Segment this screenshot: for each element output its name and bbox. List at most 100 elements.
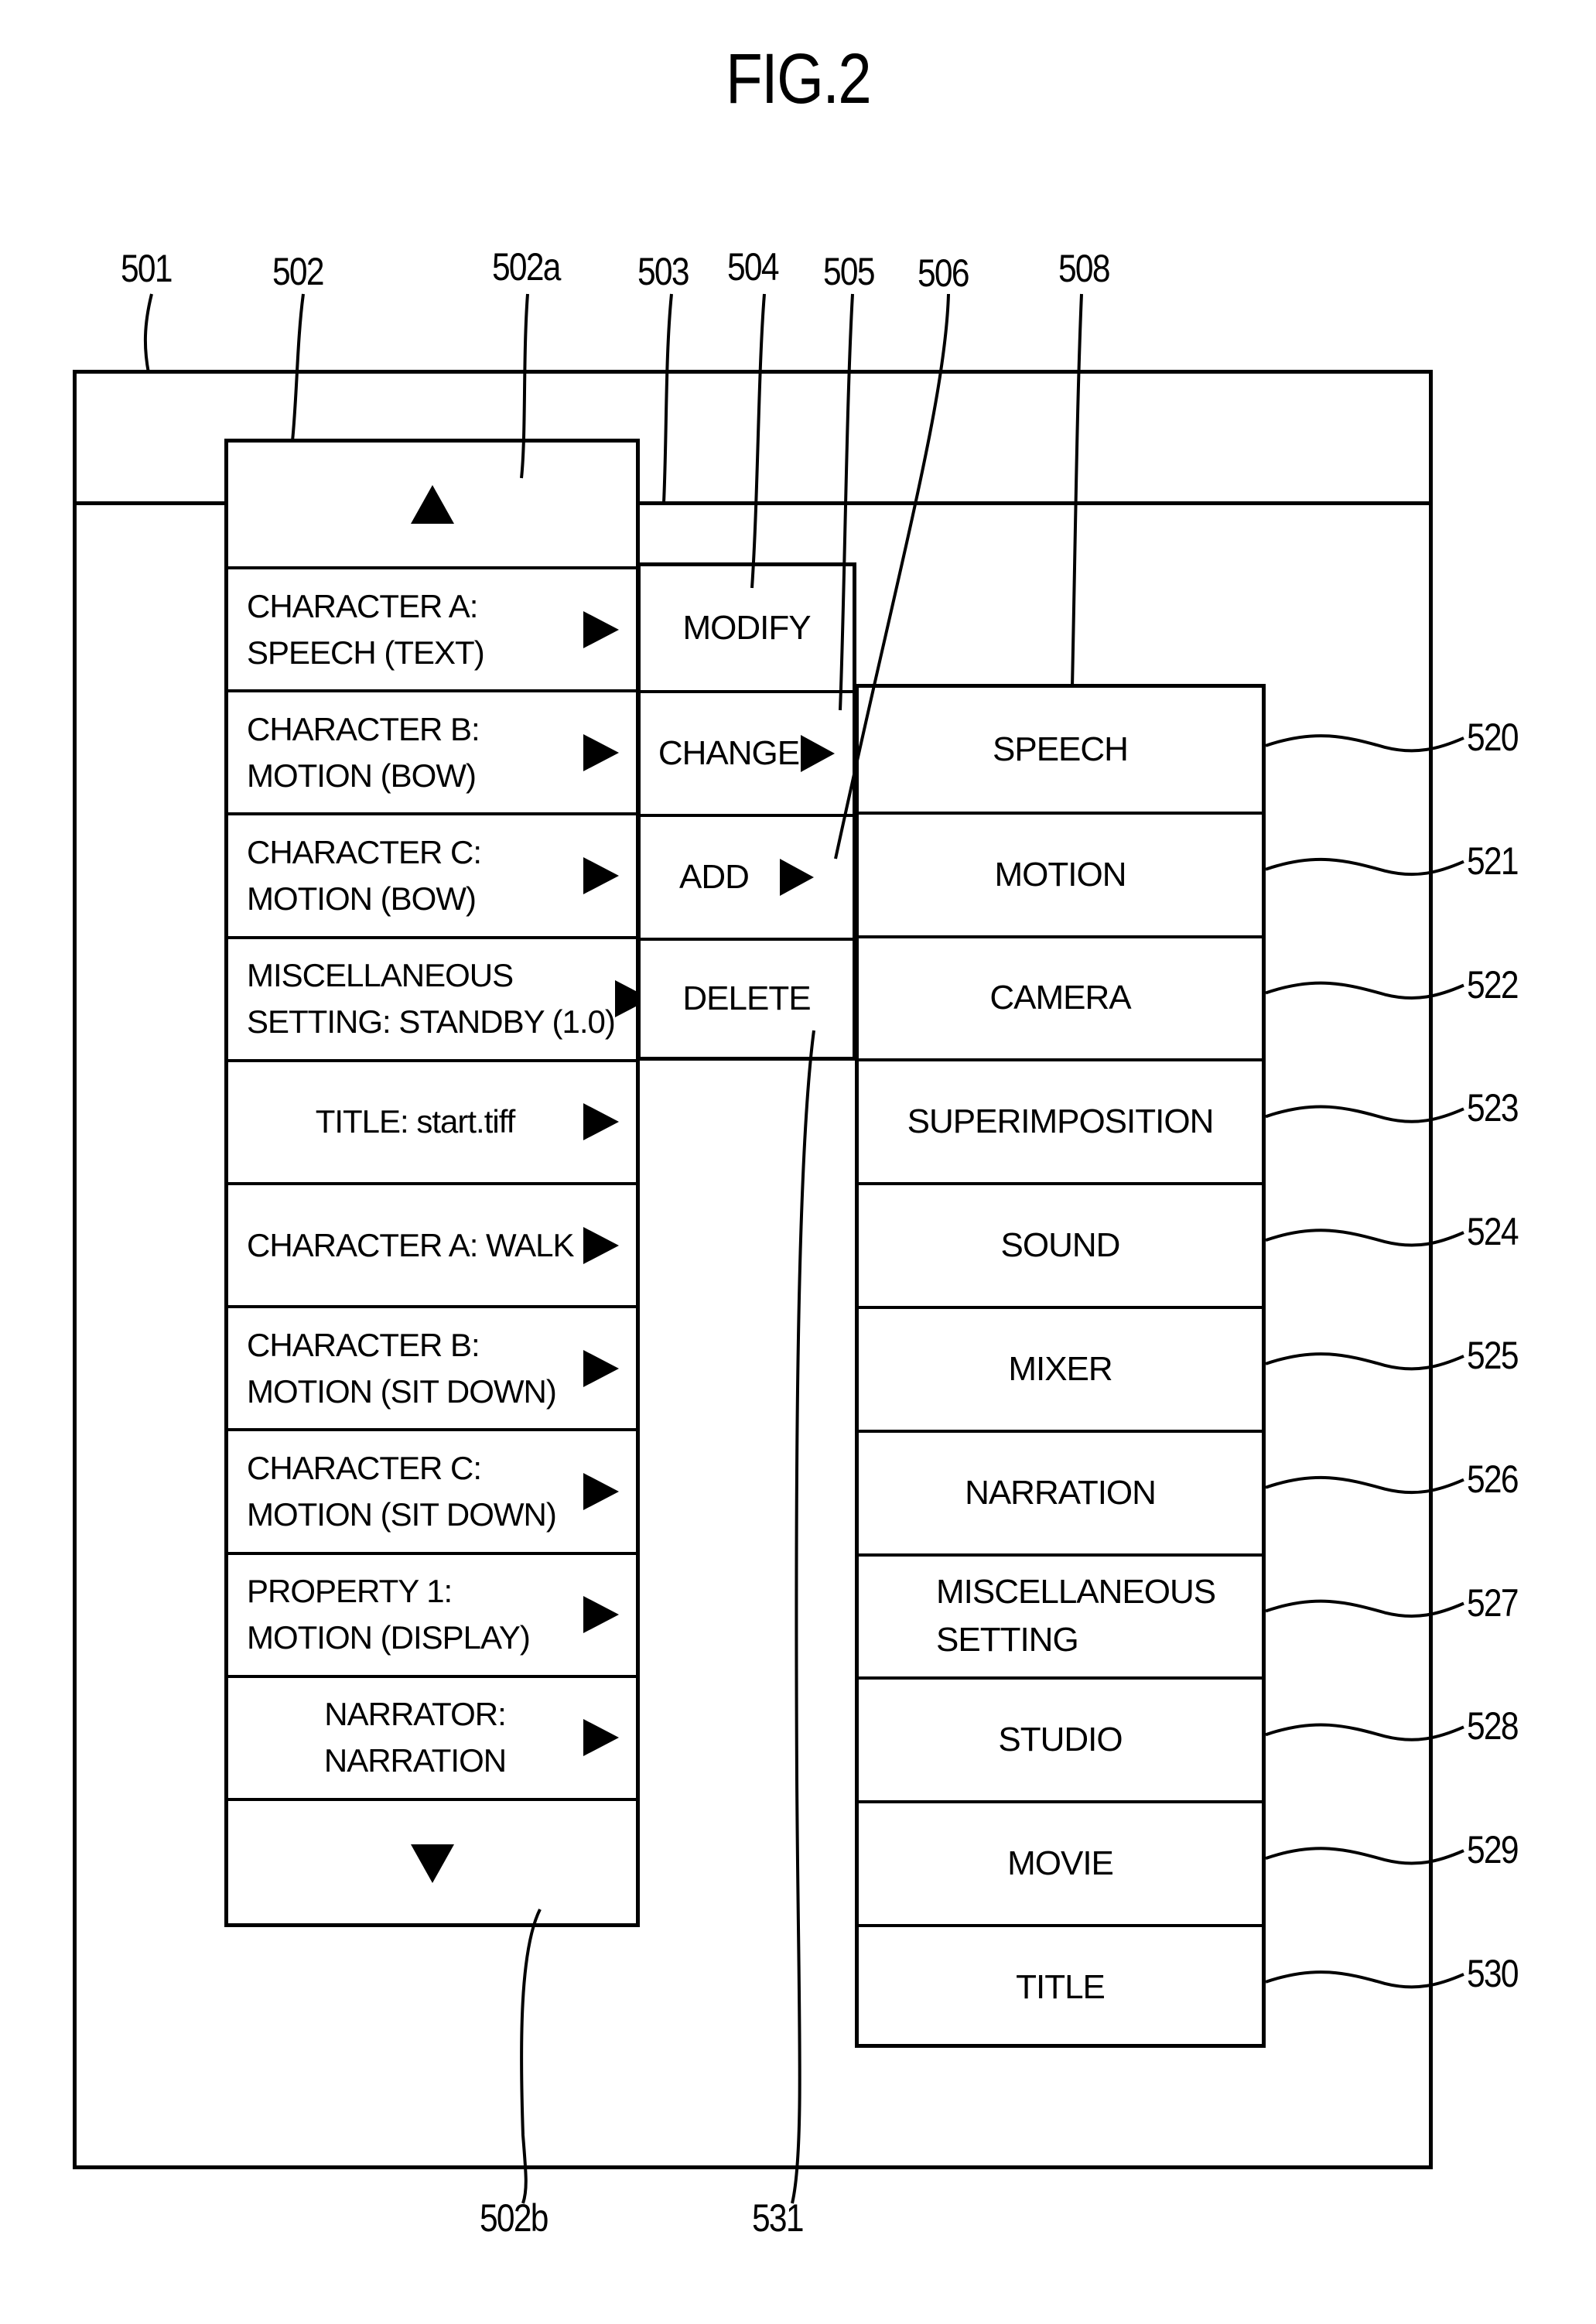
- submenu-item-line2: SETTING: [936, 1621, 1079, 1659]
- submenu-item-label: TITLE: [1016, 1963, 1106, 2011]
- list-row[interactable]: CHARACTER A: WALK: [228, 1182, 636, 1305]
- submenu-item[interactable]: MIXER: [859, 1306, 1262, 1430]
- ref-delete: 531: [752, 2196, 805, 2240]
- expand-arrow-icon[interactable]: [583, 1349, 619, 1387]
- submenu-item-label: NARRATION: [965, 1469, 1157, 1517]
- submenu-item-line1: CAMERA: [989, 979, 1131, 1017]
- submenu-item-line1: TITLE: [1016, 1967, 1106, 2006]
- list-row[interactable]: NARRATOR: NARRATION: [228, 1674, 636, 1798]
- list-row-label: CHARACTER B: MOTION (SIT DOWN): [228, 1322, 583, 1415]
- ref-submenu-item: 521: [1467, 839, 1519, 883]
- list-row-line2: SPEECH (TEXT): [247, 634, 485, 671]
- list-row-line1: CHARACTER A: WALK: [247, 1226, 575, 1263]
- submenu-item[interactable]: MOVIE: [859, 1800, 1262, 1924]
- submenu-item-line1: MIXER: [1008, 1349, 1112, 1388]
- ref-submenu-item: 528: [1467, 1704, 1519, 1748]
- scroll-up-button[interactable]: [228, 443, 636, 566]
- list-row[interactable]: CHARACTER B: MOTION (SIT DOWN): [228, 1305, 636, 1428]
- menu-item-label: ADD: [679, 858, 750, 896]
- list-row-label: MISCELLANEOUS SETTING: STANDBY (1.0): [228, 952, 616, 1045]
- submenu-item-label: CAMERA: [989, 974, 1131, 1022]
- expand-arrow-icon[interactable]: [583, 733, 619, 771]
- list-row[interactable]: CHARACTER A: SPEECH (TEXT): [228, 566, 636, 689]
- ref-list: 502: [272, 250, 325, 293]
- list-row-line2: MOTION (BOW): [247, 880, 477, 917]
- list-row-line2: MOTION (SIT DOWN): [247, 1372, 557, 1410]
- list-row-label: CHARACTER C: MOTION (BOW): [228, 829, 583, 922]
- expand-arrow-icon[interactable]: [583, 1719, 619, 1757]
- ref-submenu: 508: [1058, 247, 1111, 290]
- expand-arrow-icon[interactable]: [583, 1472, 619, 1510]
- submenu-item[interactable]: STUDIO: [859, 1676, 1262, 1800]
- submenu-item-line1: NARRATION: [965, 1473, 1157, 1512]
- submenu-item-line1: MISCELLANEOUS: [936, 1573, 1216, 1611]
- ref-submenu-item: 525: [1467, 1333, 1519, 1377]
- menu-item-modify[interactable]: MODIFY: [641, 566, 853, 690]
- submenu-item[interactable]: SOUND: [859, 1182, 1262, 1306]
- list-row-label: CHARACTER A: WALK: [228, 1222, 583, 1269]
- scroll-down-button[interactable]: [228, 1798, 636, 1926]
- list-row-line2: MOTION (SIT DOWN): [247, 1495, 557, 1533]
- list-row-line1: MISCELLANEOUS: [247, 957, 514, 994]
- submenu-item[interactable]: NARRATION: [859, 1429, 1262, 1553]
- add-submenu: SPEECH MOTION CAMERA SUPERIMPOSITION SOUND MI…: [855, 684, 1266, 2048]
- submenu-item-label: MOTION: [995, 851, 1127, 899]
- menu-item-label: DELETE: [682, 979, 811, 1017]
- expand-arrow-icon[interactable]: [583, 856, 619, 894]
- submenu-item-label: MISCELLANEOUS SETTING: [936, 1568, 1216, 1664]
- leader-501: [143, 293, 153, 374]
- submenu-item-label: MIXER: [1008, 1345, 1112, 1393]
- scene-list: CHARACTER A: SPEECH (TEXT) CHARACTER B: MOT…: [224, 439, 651, 1927]
- submenu-item[interactable]: SUPERIMPOSITION: [859, 1058, 1262, 1182]
- expand-arrow-icon[interactable]: [583, 610, 619, 648]
- menu-item-add[interactable]: ADD: [641, 814, 853, 938]
- ref-submenu-item: 530: [1467, 1951, 1519, 1995]
- menu-item-label: MODIFY: [682, 609, 811, 647]
- list-row-line2: SETTING: STANDBY (1.0): [247, 1003, 616, 1041]
- ref-change: 505: [823, 250, 876, 293]
- list-row-line1: PROPERTY 1:: [247, 1573, 453, 1610]
- list-row-line1: CHARACTER B:: [247, 1326, 480, 1363]
- figure-title: FIG.2: [725, 39, 872, 118]
- submenu-arrow-icon: [779, 859, 814, 896]
- ref-display-area: 503: [637, 250, 690, 293]
- ref-submenu-item: 522: [1467, 962, 1519, 1006]
- submenu-item[interactable]: CAMERA: [859, 935, 1262, 1059]
- list-row-line2: MOTION (DISPLAY): [247, 1619, 531, 1656]
- ref-scroll-up: 502a: [492, 245, 561, 289]
- expand-arrow-icon[interactable]: [583, 1596, 619, 1634]
- list-row-label: TITLE: start.tiff: [228, 1099, 583, 1145]
- ref-submenu-item: 529: [1467, 1828, 1519, 1872]
- expand-arrow-icon[interactable]: [583, 1103, 619, 1141]
- submenu-item-label: SUPERIMPOSITION: [907, 1098, 1215, 1146]
- list-row[interactable]: PROPERTY 1: MOTION (DISPLAY): [228, 1551, 636, 1675]
- triangle-up-icon: [410, 485, 454, 524]
- list-row[interactable]: MISCELLANEOUS SETTING: STANDBY (1.0): [228, 935, 651, 1059]
- list-row[interactable]: TITLE: start.tiff: [228, 1058, 636, 1182]
- submenu-item-label: STUDIO: [998, 1716, 1123, 1764]
- submenu-item[interactable]: MOTION: [859, 811, 1262, 935]
- list-row-line1: CHARACTER C:: [247, 833, 482, 870]
- list-row-line1: CHARACTER A:: [247, 587, 478, 624]
- ref-scroll-down: 502b: [480, 2196, 549, 2240]
- list-row-label: CHARACTER B: MOTION (BOW): [228, 706, 583, 799]
- submenu-item-label: SOUND: [1001, 1222, 1121, 1270]
- list-row-label: CHARACTER C: MOTION (SIT DOWN): [228, 1445, 583, 1538]
- menu-item-delete[interactable]: DELETE: [641, 938, 853, 1057]
- submenu-item-line1: SPEECH: [993, 730, 1129, 768]
- expand-arrow-icon[interactable]: [583, 1226, 619, 1264]
- list-row-line1: NARRATOR:: [324, 1696, 506, 1733]
- submenu-item[interactable]: TITLE: [859, 1924, 1262, 2048]
- list-row[interactable]: CHARACTER B: MOTION (BOW): [228, 689, 636, 812]
- submenu-item-line1: MOVIE: [1007, 1844, 1114, 1883]
- submenu-item[interactable]: SPEECH: [859, 688, 1262, 812]
- list-row[interactable]: CHARACTER C: MOTION (BOW): [228, 812, 636, 935]
- submenu-item[interactable]: MISCELLANEOUS SETTING: [859, 1553, 1262, 1677]
- list-row[interactable]: CHARACTER C: MOTION (SIT DOWN): [228, 1428, 636, 1551]
- context-menu: MODIFY CHANGE ADD DELETE: [637, 562, 856, 1061]
- menu-item-change[interactable]: CHANGE: [641, 690, 853, 814]
- ref-add: 506: [918, 251, 970, 295]
- ref-submenu-item: 526: [1467, 1457, 1519, 1501]
- list-row-line2: MOTION (BOW): [247, 757, 477, 794]
- ref-submenu-item: 524: [1467, 1210, 1519, 1254]
